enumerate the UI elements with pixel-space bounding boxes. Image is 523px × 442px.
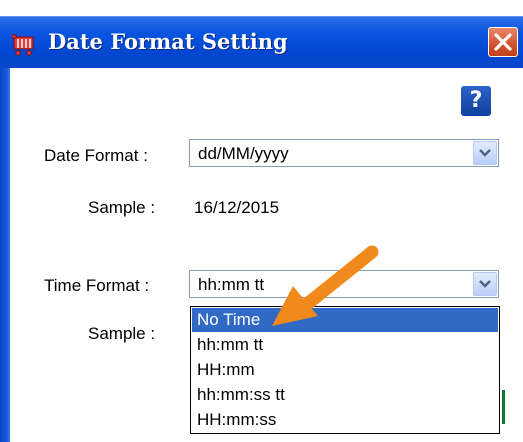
date-format-select[interactable]: dd/MM/yyyy <box>189 139 499 167</box>
chevron-down-icon <box>479 280 491 288</box>
window-frame-left <box>0 68 8 442</box>
date-format-label: Date Format : <box>44 146 148 165</box>
time-format-dropdown-list: No Time hh:mm tt HH:mm hh:mm:ss tt HH:mm… <box>190 306 500 434</box>
date-sample-value: 16/12/2015 <box>194 198 280 217</box>
time-option-hh-mm-ss-tt[interactable]: hh:mm:ss tt <box>192 383 498 407</box>
time-format-select[interactable]: hh:mm tt <box>189 270 499 298</box>
date-sample-label: Sample : <box>88 198 156 217</box>
time-sample-label: Sample : <box>88 324 156 343</box>
date-format-value: dd/MM/yyyy <box>198 144 289 163</box>
time-option-hh-mm-tt[interactable]: hh:mm tt <box>192 333 498 357</box>
ok-button-edge <box>502 390 505 424</box>
time-option-HH-mm-ss[interactable]: HH:mm:ss <box>192 408 498 432</box>
close-button[interactable] <box>488 27 518 57</box>
help-icon: ? <box>469 88 483 113</box>
time-format-value: hh:mm tt <box>198 275 265 294</box>
window-title: Date Format Setting <box>48 29 288 54</box>
cart-icon <box>11 34 36 56</box>
title-bar[interactable]: Date Format Setting <box>0 16 523 69</box>
time-format-label: Time Format : <box>44 276 150 295</box>
time-option-HH-mm[interactable]: HH:mm <box>192 358 498 382</box>
help-button[interactable]: ? <box>461 86 491 116</box>
time-format-dropdown-button[interactable] <box>473 272 497 296</box>
chevron-down-icon <box>479 149 491 157</box>
date-format-dropdown-button[interactable] <box>473 141 497 165</box>
date-format-setting-window: Date Format Setting ? Date Format : dd/M… <box>0 0 523 442</box>
time-option-no-time[interactable]: No Time <box>192 308 498 332</box>
